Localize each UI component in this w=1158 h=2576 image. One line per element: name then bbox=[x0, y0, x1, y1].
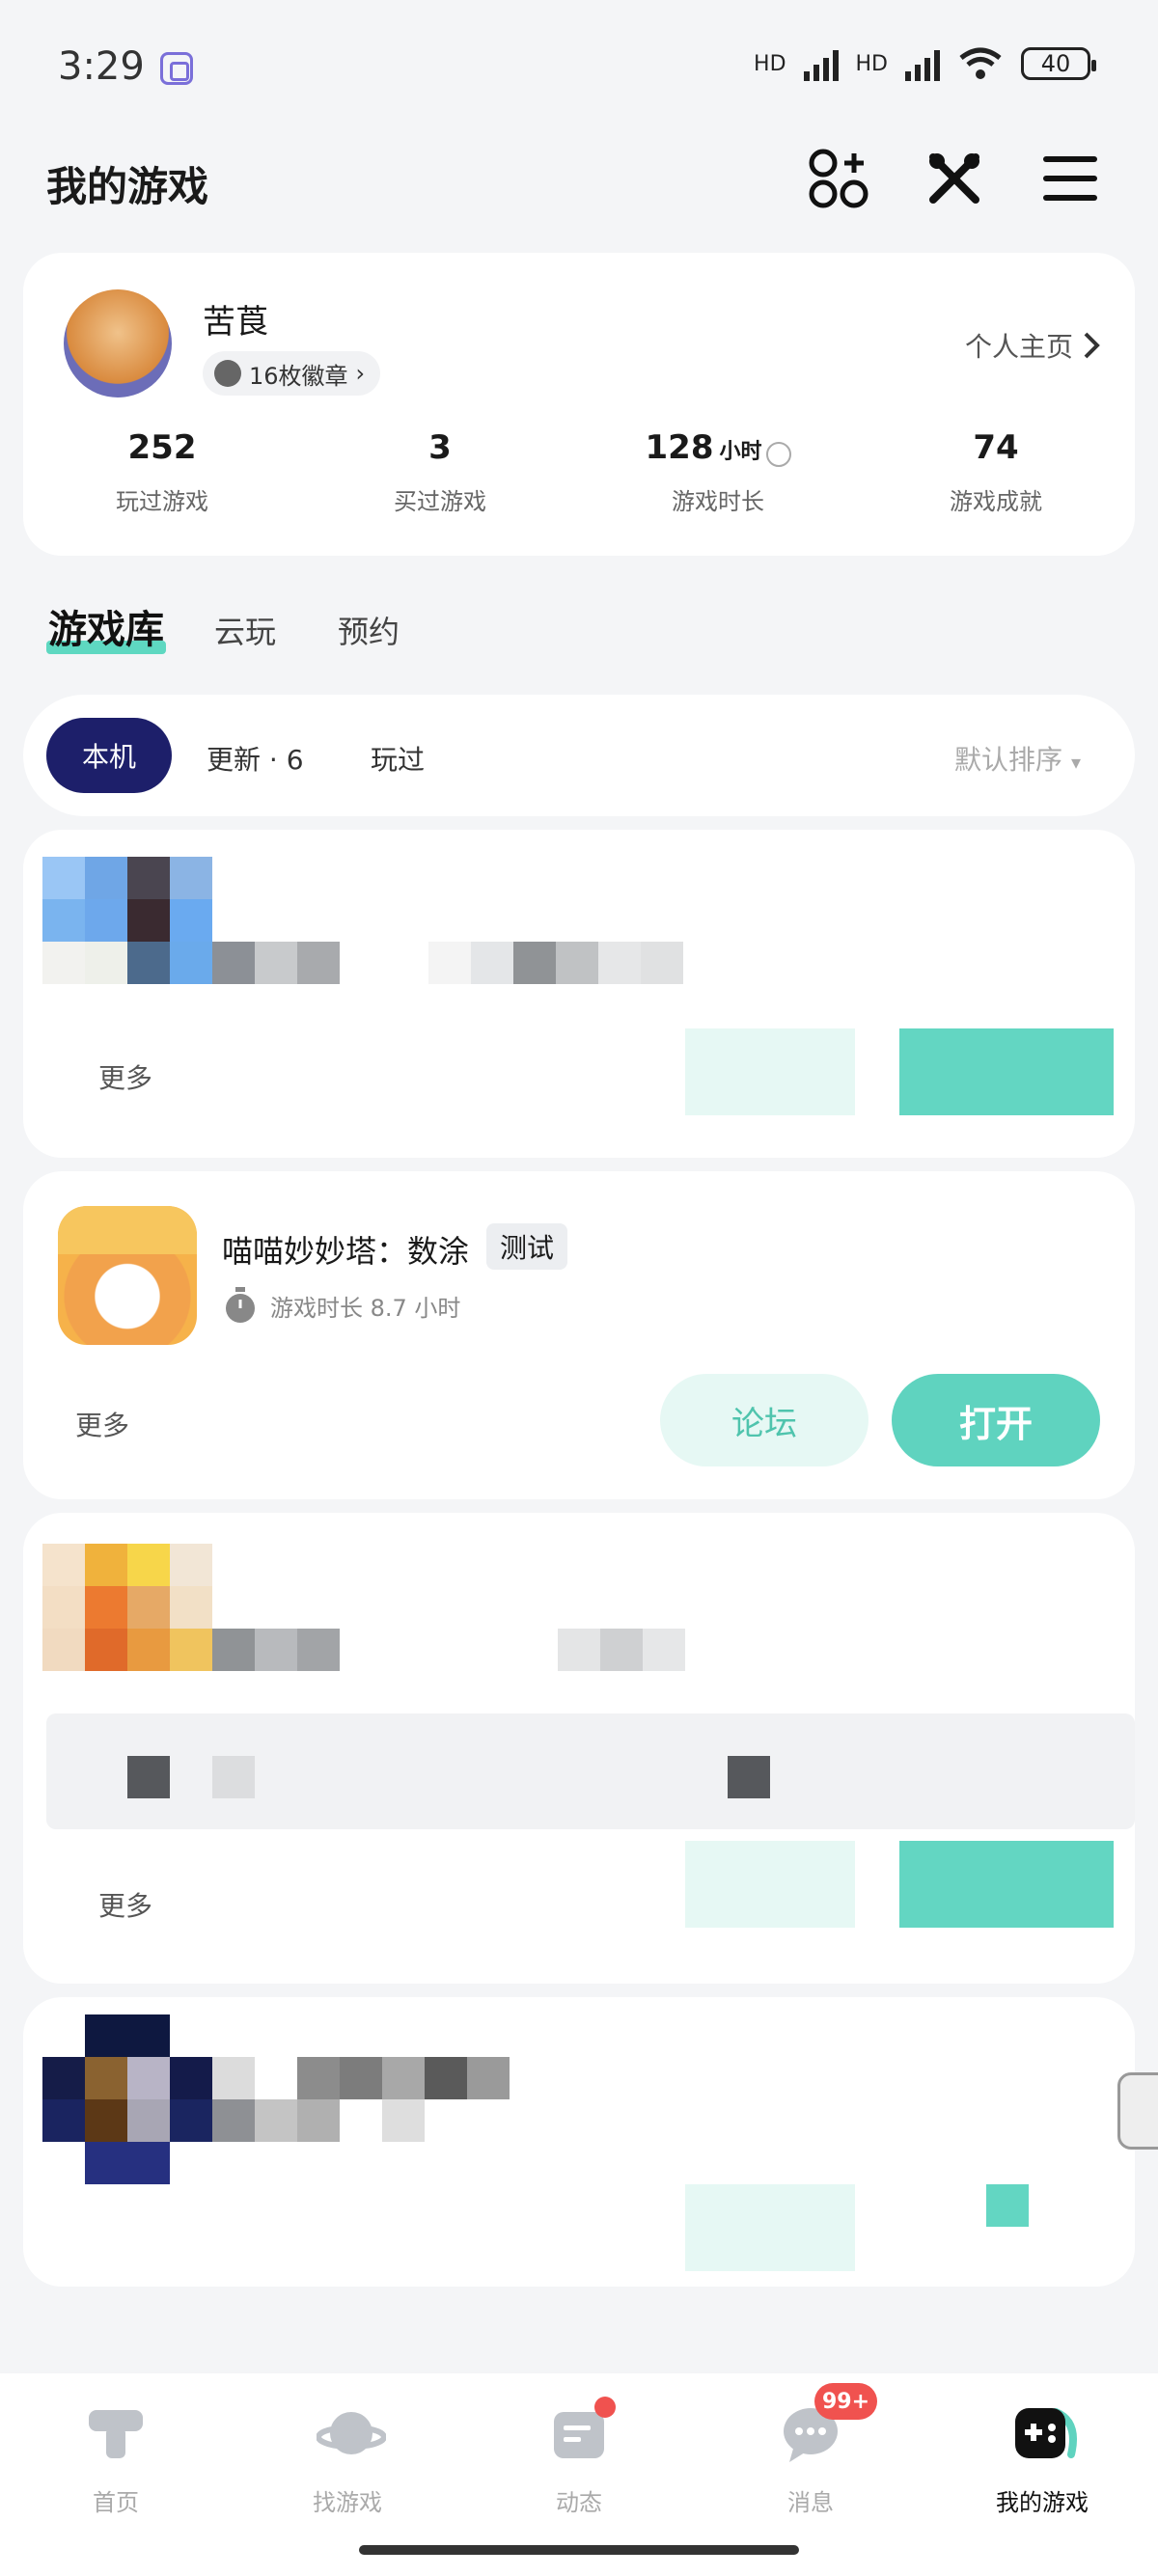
status-time: 3:29 bbox=[58, 44, 145, 89]
more-button[interactable]: 更多 bbox=[98, 1885, 152, 1924]
game-card-4 bbox=[23, 1997, 1135, 2287]
badge-count-label: 16枚徽章 bbox=[249, 362, 348, 390]
stat-bought[interactable]: 3 买过游戏 bbox=[324, 428, 556, 516]
nav-label: 动态 bbox=[556, 2489, 602, 2516]
feed-icon bbox=[548, 2397, 616, 2464]
stat-value: 252 bbox=[127, 428, 197, 467]
stat-label: 买过游戏 bbox=[394, 488, 486, 515]
chevron-right-icon: › bbox=[355, 360, 366, 387]
battery-icon: 40 bbox=[1021, 47, 1096, 80]
more-button[interactable]: 更多 bbox=[75, 1405, 129, 1443]
open-button-placeholder[interactable] bbox=[899, 1028, 1114, 1115]
wifi-icon bbox=[959, 47, 1002, 79]
open-button[interactable]: 打开 bbox=[892, 1374, 1100, 1466]
forum-button-placeholder[interactable] bbox=[685, 1028, 855, 1115]
playtime-label: 游戏时长 8.7 小时 bbox=[270, 1294, 461, 1322]
floating-game-tab[interactable] bbox=[1117, 2072, 1158, 2150]
message-count-badge: 99+ bbox=[814, 2383, 878, 2420]
filter-updates[interactable]: 更新 · 6 bbox=[207, 739, 304, 778]
stat-label: 游戏成就 bbox=[950, 488, 1042, 515]
game-card-1: 更多 bbox=[23, 830, 1135, 1158]
stat-label: 游戏时长 bbox=[672, 488, 764, 515]
stopwatch-icon bbox=[226, 1287, 255, 1323]
nav-discover[interactable]: 找游戏 bbox=[270, 2402, 425, 2517]
network-label-1: HD bbox=[754, 51, 786, 76]
game-title[interactable]: 喵喵妙妙塔：数涂 bbox=[222, 1227, 469, 1272]
battery-level: 40 bbox=[1040, 50, 1071, 77]
nav-feed[interactable]: 动态 bbox=[502, 2397, 656, 2517]
more-button[interactable]: 更多 bbox=[98, 1057, 152, 1096]
nav-label: 消息 bbox=[787, 2489, 834, 2516]
sort-label: 默认排序 bbox=[954, 744, 1063, 776]
game-card-3: 更多 bbox=[23, 1513, 1135, 1984]
stat-value: 74 bbox=[973, 428, 1019, 467]
filter-played[interactable]: 玩过 bbox=[371, 739, 425, 778]
playtime-row: 游戏时长 8.7 小时 bbox=[224, 1287, 460, 1324]
nav-label: 找游戏 bbox=[313, 2489, 382, 2516]
username[interactable]: 苦莨 bbox=[203, 295, 268, 343]
profile-link[interactable]: 个人主页 bbox=[965, 326, 1100, 365]
badge-pill[interactable]: 16枚徽章 › bbox=[203, 351, 381, 396]
page-title: 我的游戏 bbox=[46, 163, 209, 210]
filter-local[interactable]: 本机 bbox=[46, 718, 172, 793]
forum-button[interactable]: 论坛 bbox=[660, 1374, 868, 1466]
stat-value: 128 bbox=[645, 428, 714, 467]
tab-cloud[interactable]: 云玩 bbox=[214, 608, 276, 652]
apps-grid-icon[interactable] bbox=[805, 145, 872, 212]
medal-icon bbox=[214, 360, 241, 387]
avatar[interactable] bbox=[64, 289, 172, 397]
stat-value: 3 bbox=[428, 428, 452, 467]
stat-playtime[interactable]: 128 小时 游戏时长 bbox=[602, 428, 834, 516]
tab-reserve[interactable]: 预约 bbox=[338, 608, 400, 652]
app-notification-icon bbox=[160, 52, 193, 85]
home-icon bbox=[85, 2402, 147, 2464]
nav-messages[interactable]: 99+ 消息 bbox=[733, 2383, 888, 2517]
signal-icon-2 bbox=[905, 46, 940, 81]
home-indicator bbox=[359, 2545, 799, 2555]
stat-played[interactable]: 252 玩过游戏 bbox=[46, 428, 278, 516]
feed-notification-dot bbox=[594, 2397, 616, 2418]
menu-icon[interactable] bbox=[1036, 145, 1104, 212]
stat-label: 玩过游戏 bbox=[116, 488, 208, 515]
chevron-right-icon bbox=[1084, 332, 1100, 359]
signal-icon bbox=[803, 46, 839, 81]
tools-icon[interactable] bbox=[921, 145, 988, 212]
status-icons: HD HD 40 bbox=[754, 46, 1096, 81]
caret-down-icon: ▾ bbox=[1070, 751, 1081, 774]
sort-dropdown[interactable]: 默认排序 ▾ bbox=[954, 739, 1081, 778]
stat-achievements[interactable]: 74 游戏成就 bbox=[880, 428, 1112, 516]
planet-icon bbox=[316, 2402, 387, 2464]
tab-library[interactable]: 游戏库 bbox=[48, 598, 164, 654]
profile-link-label: 个人主页 bbox=[964, 331, 1073, 363]
nav-label: 首页 bbox=[93, 2489, 139, 2516]
test-tag: 测试 bbox=[486, 1223, 568, 1270]
nav-my-games[interactable]: 我的游戏 bbox=[965, 2402, 1119, 2517]
gamepad-icon bbox=[1011, 2402, 1077, 2464]
open-button-placeholder[interactable] bbox=[899, 1841, 1114, 1928]
nav-label: 我的游戏 bbox=[996, 2489, 1089, 2516]
network-label-2: HD bbox=[855, 51, 888, 76]
forum-button-placeholder[interactable] bbox=[685, 1841, 855, 1928]
info-icon[interactable] bbox=[765, 441, 791, 467]
chat-icon: 99+ bbox=[780, 2383, 878, 2464]
stat-unit: 小时 bbox=[719, 440, 762, 464]
nav-home[interactable]: 首页 bbox=[39, 2402, 193, 2517]
game-icon[interactable] bbox=[58, 1206, 197, 1345]
